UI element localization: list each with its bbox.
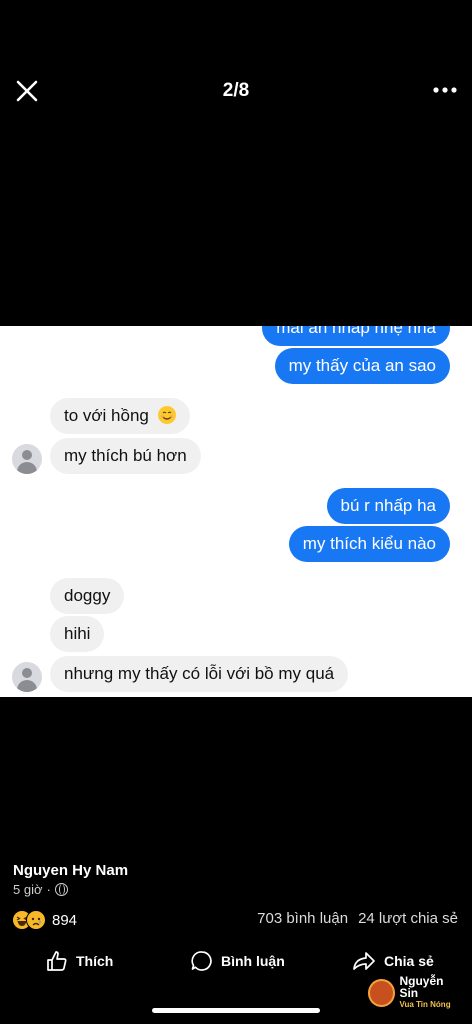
message-text: to với hồng	[64, 406, 149, 425]
post-time[interactable]: 5 giờ	[13, 882, 43, 897]
message-bubble: my thích kiểu nào	[288, 526, 450, 562]
more-horizontal-icon	[433, 87, 457, 93]
viewer-header: 2/8	[0, 0, 472, 180]
message-bubble: doggy	[50, 578, 125, 614]
post-meta: 5 giờ ·	[13, 882, 68, 897]
reaction-count: 894	[52, 911, 78, 929]
comment-button[interactable]: Bình luận	[191, 950, 285, 972]
post-stats: 703 bình luận 24 lượt chia sẻ	[257, 910, 458, 927]
more-options-button[interactable]	[432, 80, 458, 100]
message-bubble: nhưng my thấy có lỗi với bồ my quá	[50, 656, 349, 692]
reactions-summary[interactable]: 894	[12, 910, 77, 930]
comment-label: Bình luận	[221, 953, 285, 969]
post-author[interactable]: Nguyen Hy Nam	[13, 862, 128, 879]
share-icon	[353, 952, 375, 970]
home-indicator[interactable]	[152, 1008, 320, 1013]
like-label: Thích	[76, 953, 114, 969]
smiling-face-emoji	[157, 406, 176, 424]
comment-icon	[191, 951, 212, 971]
photo-counter: 2/8	[222, 80, 250, 101]
message-bubble: my thích bú hơn	[50, 438, 201, 474]
message-bubble: hihi	[50, 616, 105, 652]
watermark-logo	[368, 979, 396, 1007]
meta-separator: ·	[46, 882, 51, 897]
message-bubble: bú r nhấp ha	[326, 488, 450, 524]
thumbs-up-icon	[47, 951, 67, 971]
avatar	[12, 662, 42, 692]
message-bubble: to với hồng	[50, 398, 190, 434]
sad-reaction-icon	[26, 910, 46, 930]
share-count[interactable]: 24 lượt chia sẻ	[358, 910, 458, 927]
watermark-tagline: Vua Tin Nóng	[399, 1000, 451, 1009]
like-button[interactable]: Thích	[46, 950, 113, 972]
avatar	[12, 444, 42, 474]
watermark: Nguyễn Sin Vua Tin Nóng	[368, 974, 464, 1010]
share-label: Chia sẻ	[384, 953, 434, 969]
comment-count[interactable]: 703 bình luận	[257, 910, 348, 927]
share-button[interactable]: Chia sẻ	[352, 950, 434, 972]
globe-icon	[54, 883, 68, 896]
message-bubble: mai an nhap nhẹ nha	[262, 326, 450, 346]
message-bubble: my thấy của an sao	[274, 348, 450, 384]
watermark-name: Nguyễn Sin	[399, 974, 444, 1000]
chat-screenshot-photo[interactable]: mai an nhap nhẹ nha my thấy của an sao t…	[0, 326, 472, 697]
